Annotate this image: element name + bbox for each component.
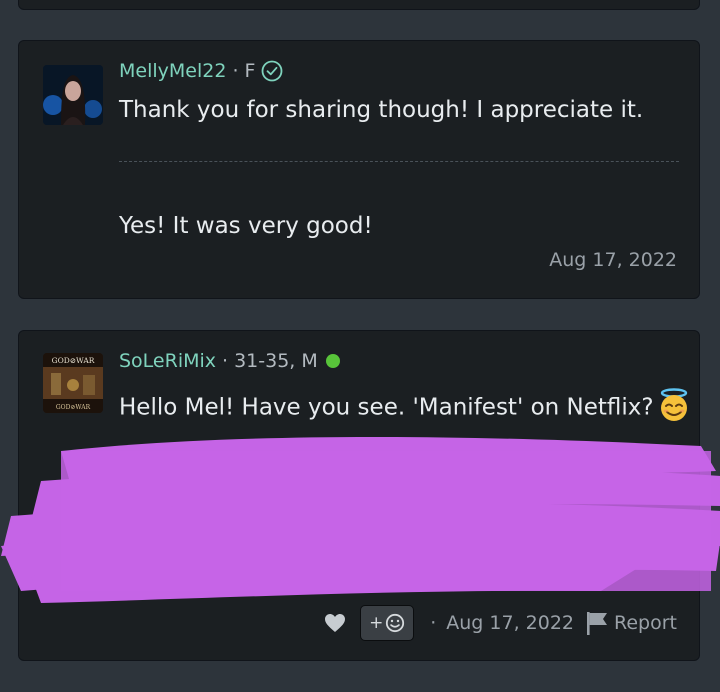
post-header: MellyMel22 · F bbox=[119, 60, 283, 82]
user-meta: 31-35, M bbox=[234, 350, 318, 372]
svg-text:GOD⊘WAR: GOD⊘WAR bbox=[56, 404, 91, 411]
post-date[interactable]: Aug 17, 2022 bbox=[446, 612, 574, 634]
user-meta: F bbox=[244, 60, 256, 82]
separator: · bbox=[430, 612, 437, 634]
post-card-mellymel22: MellyMel22 · F Thank you for sharing tho… bbox=[18, 40, 700, 299]
halo-emoji-icon bbox=[656, 387, 692, 429]
flag-icon[interactable] bbox=[584, 610, 610, 636]
divider bbox=[119, 161, 679, 162]
post-date[interactable]: Aug 17, 2022 bbox=[549, 249, 677, 271]
svg-text:GOD⊘WAR: GOD⊘WAR bbox=[52, 356, 95, 365]
avatar[interactable]: GOD⊘WAR GOD⊘WAR bbox=[43, 353, 103, 413]
previous-post-card bbox=[18, 0, 700, 10]
separator: · bbox=[222, 350, 229, 372]
report-link[interactable]: Report bbox=[614, 612, 677, 634]
post-header: SoLeRiMix · 31-35, M bbox=[119, 350, 340, 372]
post-message: Thank you for sharing though! I apprecia… bbox=[119, 97, 644, 123]
post-card-solerimix: GOD⊘WAR GOD⊘WAR SoLeRiMix · 31-35, M Hel… bbox=[1, 330, 720, 661]
avatar[interactable] bbox=[43, 65, 103, 125]
plus-label: + bbox=[369, 613, 384, 633]
add-reaction-button[interactable]: + bbox=[360, 605, 415, 641]
post-message: Yes! It was very good! bbox=[119, 213, 373, 239]
separator: · bbox=[232, 60, 239, 82]
like-heart-icon[interactable] bbox=[324, 613, 346, 633]
post-footer: + · Aug 17, 2022 Report bbox=[324, 605, 677, 641]
online-status-icon bbox=[325, 354, 340, 368]
verified-check-icon bbox=[261, 60, 283, 82]
username[interactable]: MellyMel22 bbox=[119, 60, 226, 82]
redaction-scribble bbox=[1, 436, 720, 603]
username[interactable]: SoLeRiMix bbox=[119, 350, 216, 372]
post-message-text: Hello Mel! Have you see. 'Manifest' on N… bbox=[119, 394, 654, 421]
smiley-icon bbox=[386, 613, 405, 633]
post-message: Hello Mel! Have you see. 'Manifest' on N… bbox=[119, 387, 692, 429]
